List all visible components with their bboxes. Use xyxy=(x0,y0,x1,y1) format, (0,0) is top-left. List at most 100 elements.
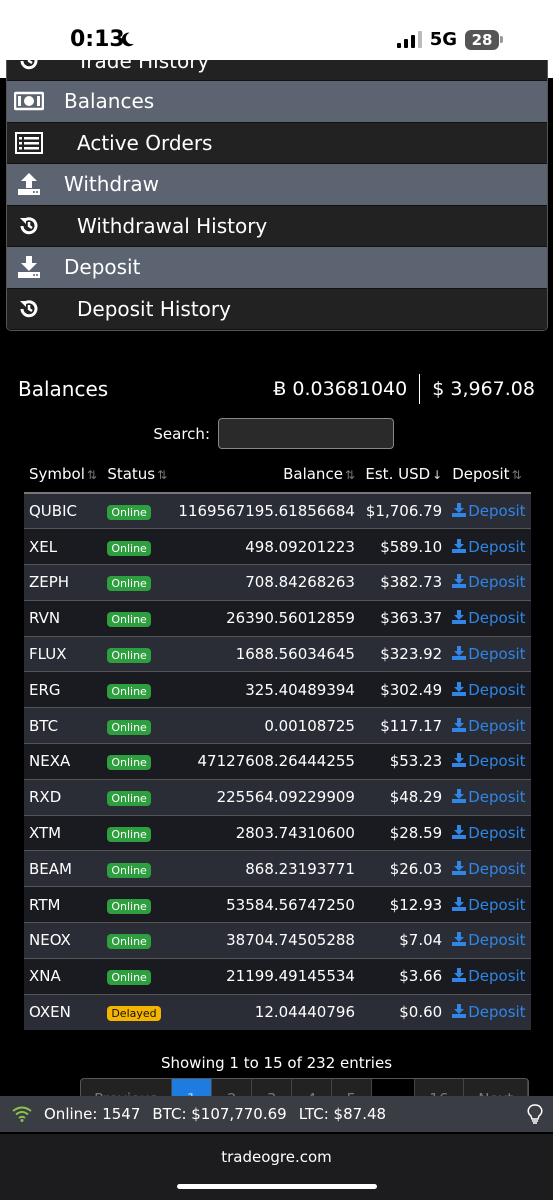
menu-item-label: Balances xyxy=(64,89,155,114)
cell-est-usd: $323.92 xyxy=(359,635,448,672)
cell-status: Delayed xyxy=(102,993,173,1030)
online-count: Online: 1547 xyxy=(44,1105,141,1123)
download-icon xyxy=(7,254,51,280)
status-badge: Online xyxy=(107,648,151,664)
table-row: OXEN Delayed 12.04440796 $0.60 Deposit xyxy=(24,993,531,1030)
table-row: RTM Online 53584.56747250 $12.93 Deposit xyxy=(24,886,531,923)
cell-symbol: BEAM xyxy=(24,850,103,887)
deposit-link[interactable]: Deposit xyxy=(452,824,526,842)
col-est-usd[interactable]: Est. USD ↓ xyxy=(359,456,448,494)
cell-symbol: QUBIC xyxy=(24,492,103,529)
cell-symbol: RXD xyxy=(24,778,103,816)
deposit-label: Deposit xyxy=(468,573,526,592)
btc-price: BTC: $107,770.69 xyxy=(152,1105,287,1123)
deposit-link[interactable]: Deposit xyxy=(452,716,526,735)
cell-status: Online xyxy=(102,528,173,565)
cell-symbol: XEL xyxy=(24,528,103,565)
table-row: XNA Online 21199.49145534 $3.66 Deposit xyxy=(24,957,531,995)
usd-total: $ 3,967.08 xyxy=(432,378,535,400)
cell-deposit: Deposit xyxy=(447,707,531,744)
menu-item-deposit-history[interactable]: Deposit History xyxy=(7,288,547,330)
deposit-label: Deposit xyxy=(468,752,526,771)
home-indicator[interactable] xyxy=(177,1184,377,1189)
deposit-link[interactable]: Deposit xyxy=(452,931,526,949)
cell-balance: 2803.74310600 xyxy=(172,814,360,851)
deposit-label: Deposit xyxy=(468,716,526,735)
deposit-link[interactable]: Deposit xyxy=(452,681,526,699)
cell-status: Online xyxy=(102,743,173,780)
menu-item-withdraw[interactable]: Withdraw xyxy=(7,164,547,206)
deposit-link[interactable]: Deposit xyxy=(452,967,526,985)
menu-item-withdrawal-history[interactable]: Withdrawal History xyxy=(7,205,547,247)
col-status[interactable]: Status ⇅ xyxy=(102,456,173,494)
status-badge: Online xyxy=(107,683,151,699)
cell-symbol: OXEN xyxy=(24,993,103,1030)
deposit-link[interactable]: Deposit xyxy=(452,609,526,627)
menu-item-deposit[interactable]: Deposit xyxy=(7,247,547,289)
menu-item-label: Deposit History xyxy=(77,296,231,321)
table-row: NEOX Online 38704.74505288 $7.04 Deposit xyxy=(24,922,531,959)
url-text[interactable]: tradeogre.com xyxy=(0,1148,553,1166)
download-icon xyxy=(452,610,467,625)
deposit-link[interactable]: Deposit xyxy=(452,645,526,664)
deposit-link[interactable]: Deposit xyxy=(452,573,526,592)
sort-desc-icon: ↓ xyxy=(432,468,443,482)
cell-symbol: RVN xyxy=(24,599,103,637)
cell-status: Online xyxy=(102,850,173,887)
deposit-link[interactable]: Deposit xyxy=(452,896,526,914)
download-icon xyxy=(452,968,467,983)
sort-icon: ⇅ xyxy=(344,468,355,482)
sort-icon: ⇅ xyxy=(511,468,522,482)
history-icon xyxy=(7,60,51,73)
ltc-price: LTC: $87.48 xyxy=(298,1105,387,1123)
col-deposit[interactable]: Deposit ⇅ xyxy=(447,456,531,494)
lightbulb-icon[interactable] xyxy=(527,1104,543,1128)
col-symbol[interactable]: Symbol ⇅ xyxy=(24,456,103,494)
page-title: Balances xyxy=(18,377,109,401)
search-input[interactable] xyxy=(218,418,394,449)
status-badge: Online xyxy=(107,505,151,521)
deposit-link[interactable]: Deposit xyxy=(452,752,526,771)
table-row: BTC Online 0.00108725 $117.17 Deposit xyxy=(24,707,531,744)
account-menu: Trade History Balances Active Orders Withdr… xyxy=(6,60,548,331)
deposit-link[interactable]: Deposit xyxy=(452,502,526,520)
cell-deposit: Deposit xyxy=(447,635,531,672)
menu-item-label: Deposit xyxy=(64,255,141,280)
deposit-link[interactable]: Deposit xyxy=(452,538,526,556)
cell-deposit: Deposit xyxy=(447,778,531,816)
wifi-icon xyxy=(12,1106,32,1122)
table-row: ZEPH Online 708.84268263 $382.73 Deposit xyxy=(24,564,531,601)
cell-status: Online xyxy=(102,707,173,744)
money-icon xyxy=(7,91,51,111)
menu-item-active-orders[interactable]: Active Orders xyxy=(7,122,547,164)
list-icon xyxy=(7,131,51,154)
status-badge: Online xyxy=(107,862,151,878)
cell-balance: 21199.49145534 xyxy=(172,957,360,995)
deposit-label: Deposit xyxy=(468,788,526,807)
sort-icon: ⇅ xyxy=(157,468,168,482)
cell-est-usd: $363.37 xyxy=(359,599,448,637)
footer-status-bar: Online: 1547 BTC: $107,770.69 LTC: $87.4… xyxy=(0,1096,553,1132)
table-row: RXD Online 225564.09229909 $48.29 Deposit xyxy=(24,778,531,816)
cell-balance: 498.09201223 xyxy=(172,528,360,565)
col-balance[interactable]: Balance ⇅ xyxy=(172,456,360,494)
cell-status: Online xyxy=(102,564,173,601)
cell-status: Online xyxy=(102,814,173,851)
cell-est-usd: $48.29 xyxy=(359,778,448,816)
status-badge: Online xyxy=(107,898,151,914)
cell-status: Online xyxy=(102,492,173,529)
menu-item-trade-history[interactable]: Trade History xyxy=(7,60,547,81)
search-row: Search: xyxy=(0,418,553,449)
status-time: 0:13 xyxy=(70,27,125,52)
download-icon xyxy=(452,717,467,732)
upload-icon xyxy=(7,171,51,197)
deposit-link[interactable]: Deposit xyxy=(452,1003,526,1021)
divider xyxy=(419,374,421,404)
deposit-link[interactable]: Deposit xyxy=(452,788,526,807)
table-row: FLUX Online 1688.56034645 $323.92 Deposit xyxy=(24,635,531,672)
moon-icon xyxy=(122,32,134,47)
cell-status: Online xyxy=(102,671,173,708)
deposit-label: Deposit xyxy=(468,645,526,664)
deposit-link[interactable]: Deposit xyxy=(452,860,526,878)
menu-item-balances[interactable]: Balances xyxy=(7,81,547,123)
